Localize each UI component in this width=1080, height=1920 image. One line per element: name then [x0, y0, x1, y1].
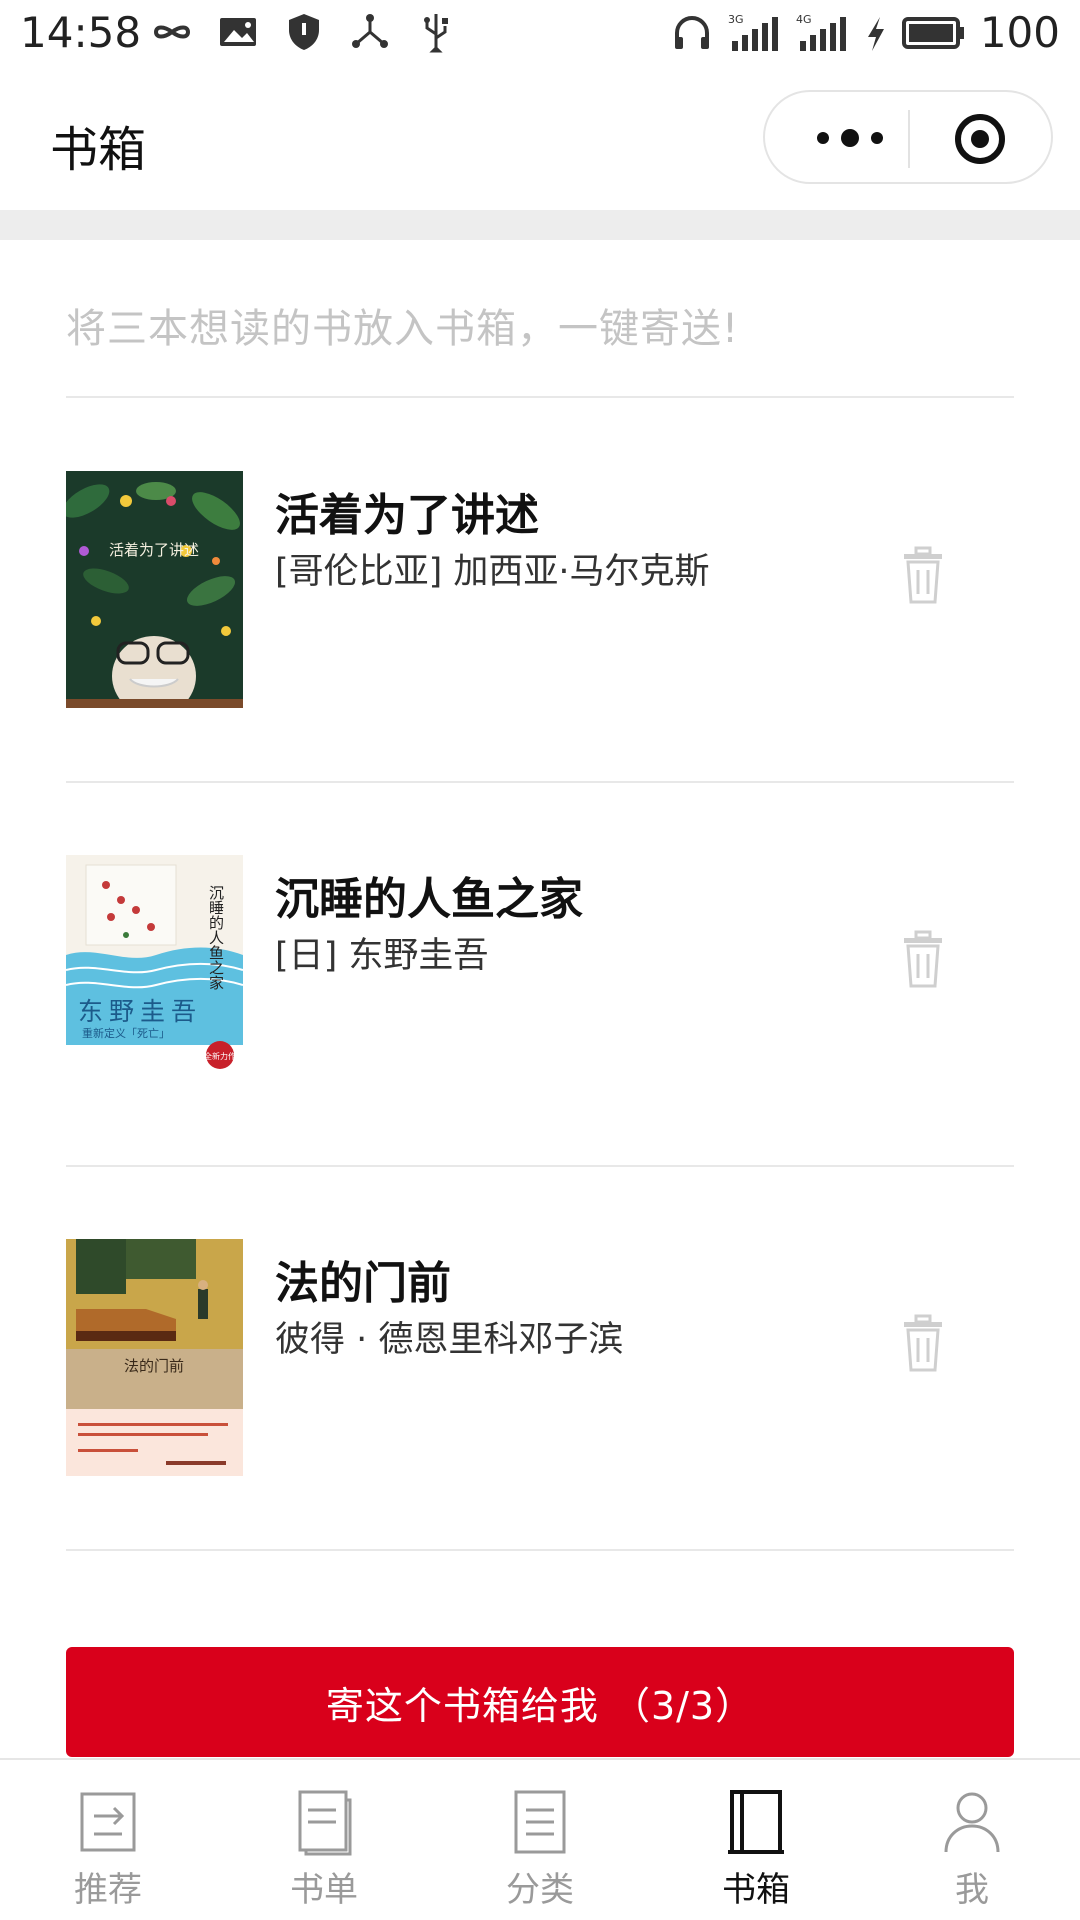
cover-title: 活着为了讲述 [109, 541, 199, 559]
tab-label: 书单 [290, 1870, 358, 1910]
book-author: [哥伦比亚] 加西亚·马尔克斯 [275, 552, 710, 592]
trash-icon[interactable] [896, 1314, 950, 1374]
bottom-tab-bar: 推荐 书单 分类 书箱 我 [0, 1758, 1080, 1920]
book-cover-image: 活着为了讲述 [66, 471, 243, 708]
book-title: 沉睡的人鱼之家 [275, 874, 583, 925]
tab-recommend[interactable]: 推荐 [0, 1760, 216, 1920]
headphones-icon [670, 11, 714, 55]
more-icon[interactable] [805, 116, 895, 160]
tab-bookbox[interactable]: 书箱 [648, 1760, 864, 1920]
signal-4g-icon: 4G [796, 11, 850, 55]
divider [66, 396, 1014, 398]
bookbox-page: 14:58 3G 4G 100 书箱 将三本想读的书放入书箱，一键寄送! 活着为… [0, 0, 1080, 1920]
trash-icon[interactable] [896, 546, 950, 606]
signal-3g-label: 3G [728, 13, 744, 26]
share-nodes-icon [348, 10, 392, 54]
recommend-icon [76, 1788, 140, 1856]
book-author: [日] 东野圭吾 [275, 936, 489, 976]
tab-category[interactable]: 分类 [432, 1760, 648, 1920]
battery-level: 100 [979, 8, 1060, 57]
page-title: 书箱 [50, 122, 147, 178]
cover-title: 沉睡的人鱼之家 [207, 885, 225, 990]
charging-icon [864, 11, 888, 55]
header-separator [0, 210, 1080, 240]
image-icon [216, 10, 260, 54]
book-item[interactable]: 法的门前 法的门前 彼得 · 德恩里科邓子滨 [66, 1239, 1014, 1479]
tab-label: 我 [955, 1870, 989, 1910]
signal-4g-label: 4G [796, 13, 812, 26]
cover-author: 东野圭吾 [78, 997, 202, 1026]
category-icon [508, 1788, 572, 1856]
tab-profile[interactable]: 我 [864, 1760, 1080, 1920]
book-item[interactable]: 活着为了讲述 活着为了讲述 [哥伦比亚] 加西亚·马尔克斯 [66, 471, 1014, 711]
book-item[interactable]: 沉睡的人鱼之家 东野圭吾 重新定义「死亡」 全新力作 沉睡的人鱼之家 [日] 东… [66, 855, 1014, 1095]
status-icons-right: 3G 4G 100 [670, 8, 1060, 57]
bookbox-icon [724, 1788, 788, 1856]
divider [66, 1165, 1014, 1167]
shield-icon [282, 10, 326, 54]
usb-icon [414, 10, 458, 54]
close-mini-program-icon[interactable] [953, 112, 1007, 166]
book-author: 彼得 · 德恩里科邓子滨 [275, 1320, 624, 1360]
book-cover-image: 法的门前 [66, 1239, 243, 1476]
book-cover-image: 沉睡的人鱼之家 东野圭吾 重新定义「死亡」 全新力作 [66, 855, 243, 1092]
cover-tagline: 重新定义「死亡」 [82, 1026, 170, 1040]
profile-icon [940, 1788, 1004, 1856]
battery-icon [901, 11, 966, 55]
tab-label: 推荐 [74, 1870, 142, 1910]
infinity-icon [150, 10, 194, 54]
tab-booklist[interactable]: 书单 [216, 1760, 432, 1920]
status-time: 14:58 [20, 8, 142, 57]
tab-label: 分类 [506, 1870, 574, 1910]
menu-capsule [763, 90, 1053, 184]
tab-label: 书箱 [722, 1870, 790, 1910]
trash-icon[interactable] [896, 930, 950, 990]
signal-3g-icon: 3G [728, 11, 782, 55]
app-header: 书箱 [0, 70, 1080, 210]
status-bar: 14:58 3G 4G 100 [0, 0, 1080, 70]
cover-title: 法的门前 [124, 1357, 184, 1375]
book-title: 法的门前 [275, 1258, 451, 1309]
divider [66, 1549, 1014, 1551]
bookbox-hint: 将三本想读的书放入书箱，一键寄送! [66, 306, 740, 352]
book-title: 活着为了讲述 [275, 490, 539, 541]
send-bookbox-button[interactable]: 寄这个书箱给我 （3/3） [66, 1647, 1014, 1757]
capsule-divider [908, 110, 910, 168]
cover-badge: 全新力作 [204, 1051, 236, 1061]
booklist-icon [292, 1788, 356, 1856]
status-icons-left [150, 10, 458, 54]
divider [66, 781, 1014, 783]
